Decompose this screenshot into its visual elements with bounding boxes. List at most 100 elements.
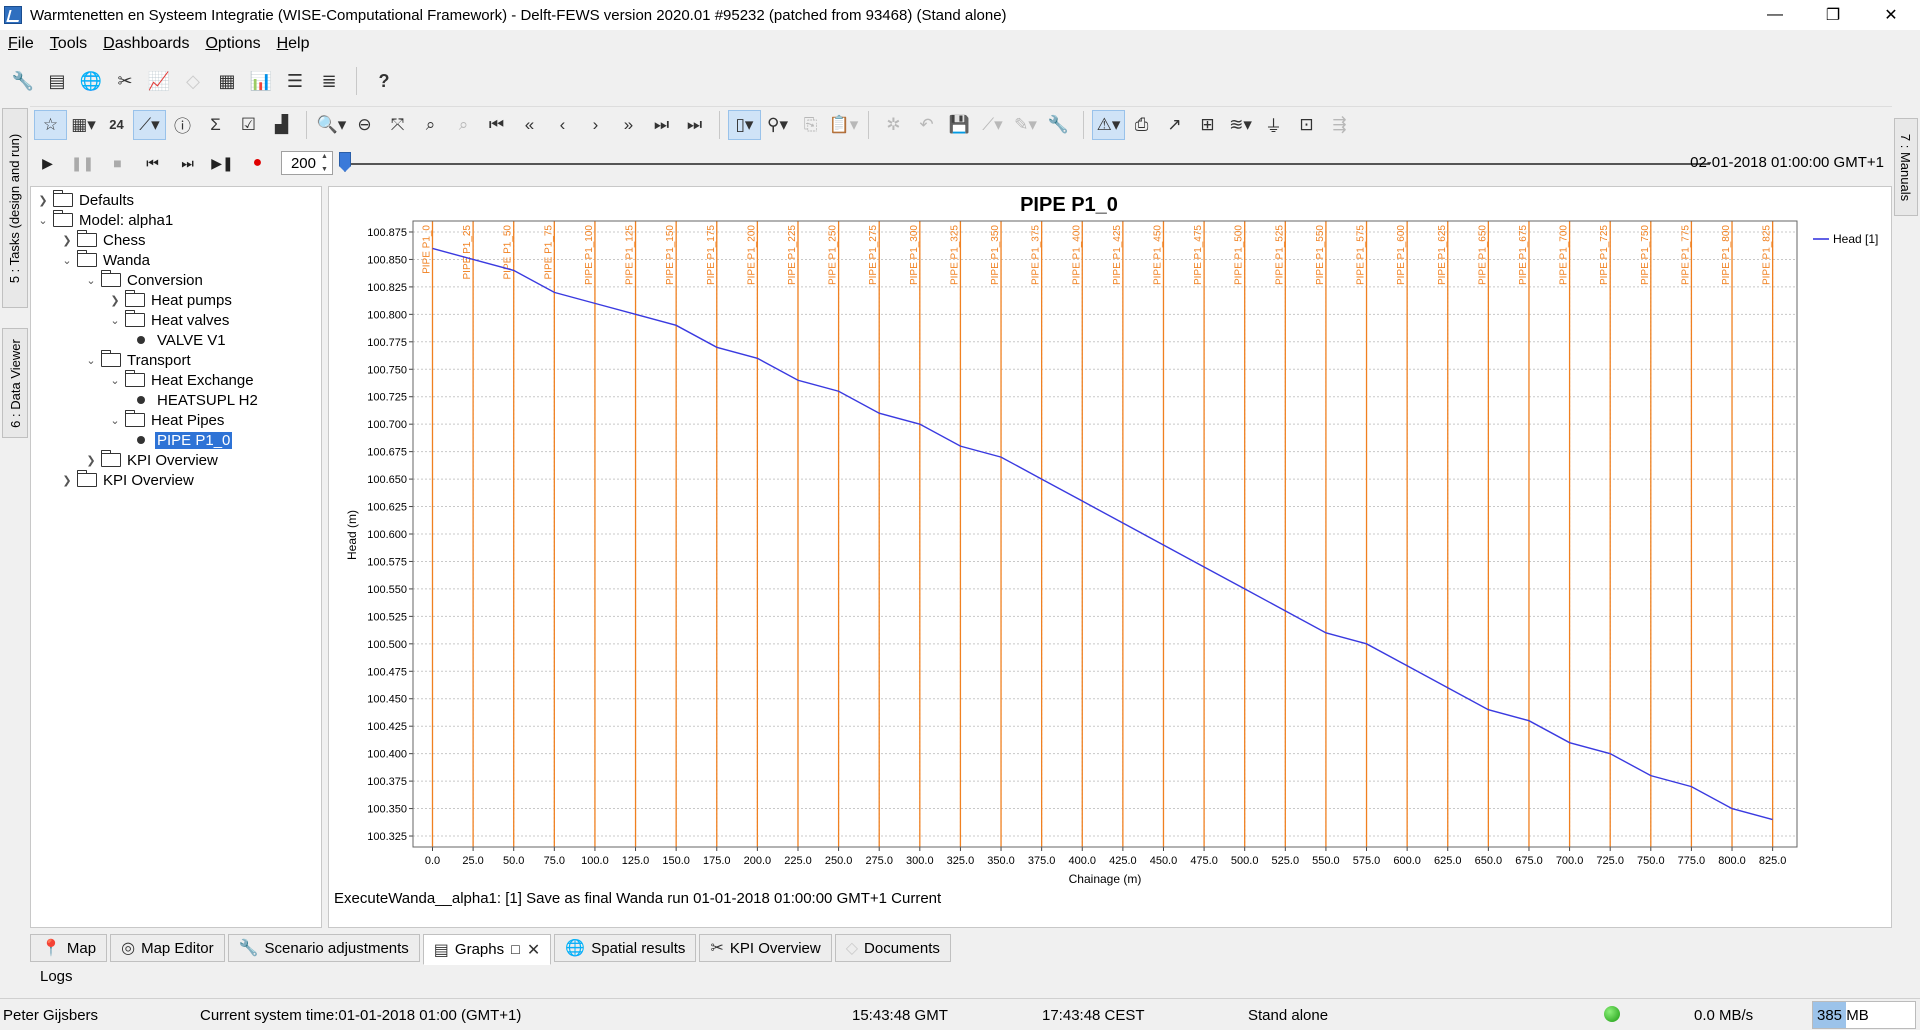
tab-graphs[interactable]: ▤ Graphs ☐ ✕ xyxy=(422,934,552,965)
print-icon[interactable]: ⎙ xyxy=(1125,110,1158,140)
tree-item-kpi-inner[interactable]: ❯ KPI Overview xyxy=(83,450,220,470)
end-icon[interactable]: ⏭ xyxy=(678,110,711,140)
layers-icon[interactable]: ≋▾ xyxy=(1224,110,1257,140)
tree-item-defaults[interactable]: ❯ Defaults xyxy=(35,190,136,210)
checklist-icon[interactable]: ☑ xyxy=(232,110,265,140)
tab-kpi-overview[interactable]: ✂ KPI Overview xyxy=(699,934,832,962)
tab-manuals[interactable]: 7 : Manuals xyxy=(1894,118,1918,216)
tree-item-transport[interactable]: ⌄ Transport xyxy=(83,350,193,370)
tab-tasks[interactable]: 5 : Tasks (design and run) xyxy=(2,108,28,308)
tree-item-heat-pipes[interactable]: ⌄ Heat Pipes xyxy=(107,410,226,430)
trend-icon[interactable]: ↗ xyxy=(1158,110,1191,140)
tab-data-viewer[interactable]: 6 : Data Viewer xyxy=(2,328,28,438)
help-button[interactable]: ? xyxy=(367,66,401,96)
tab-spatial-results[interactable]: 🌐 Spatial results xyxy=(554,934,697,962)
play-pause-icon[interactable]: ▶❚ xyxy=(205,149,240,177)
list-icon[interactable]: ☰ xyxy=(278,66,312,96)
play-icon[interactable]: ▶ xyxy=(30,149,65,177)
step-back-icon[interactable]: ‹ xyxy=(546,110,579,140)
tab-logs[interactable]: Logs xyxy=(40,968,73,985)
tree-item-wanda[interactable]: ⌄ Wanda xyxy=(59,250,152,270)
tree-item-conversion[interactable]: ⌄ Conversion xyxy=(83,270,205,290)
tab-map[interactable]: 📍 Map xyxy=(30,934,108,962)
spinner-arrows[interactable]: ▲ ▼ xyxy=(318,153,331,173)
status-bar: Peter Gijsbers Current system time:01-01… xyxy=(0,998,1920,1030)
restore-button[interactable]: ❐ xyxy=(1804,0,1862,30)
left-side-tabs: 5 : Tasks (design and run) 6 : Data View… xyxy=(0,108,28,998)
step-forward-icon[interactable]: › xyxy=(579,110,612,140)
record-icon[interactable]: ● xyxy=(240,149,275,177)
menu-options[interactable]: Options xyxy=(197,35,268,53)
x-tick-label: 675.0 xyxy=(1515,855,1543,867)
time-slider-track[interactable] xyxy=(344,163,1710,165)
hours-button[interactable]: 24 xyxy=(100,110,133,140)
tree-item-chess[interactable]: ❯ Chess xyxy=(59,230,148,250)
zoom-full-icon[interactable]: ⌕ xyxy=(414,110,447,140)
y-tick-label: 100.875 xyxy=(367,227,407,239)
table-icon[interactable]: ▦▾ xyxy=(67,110,100,140)
tab-map-editor[interactable]: ◎ Map Editor xyxy=(110,934,225,962)
tree-item-heat-pumps[interactable]: ❯ Heat pumps xyxy=(107,290,234,310)
minimize-button[interactable]: — xyxy=(1746,0,1804,30)
panel-icon[interactable]: ▯▾ xyxy=(728,109,761,140)
skip-forward-icon[interactable]: ⏭ xyxy=(170,149,205,177)
pipe-marker-label: PIPE P1_175 xyxy=(706,225,717,285)
sum-icon[interactable]: Σ xyxy=(199,110,232,140)
tree-item-heatsupl-h2[interactable]: HEATSUPL H2 xyxy=(131,390,260,410)
info-icon[interactable]: ⓘ xyxy=(166,110,199,140)
tree-item-valve-v1[interactable]: VALVE V1 xyxy=(131,330,228,350)
warning-icon[interactable]: ⚠▾ xyxy=(1092,109,1125,140)
fast-forward-icon[interactable]: » xyxy=(612,110,645,140)
display-icon[interactable]: ▦ xyxy=(210,66,244,96)
tool-icon[interactable]: 🔧 xyxy=(1042,110,1075,140)
filter-icon[interactable]: ⏚ xyxy=(1257,110,1290,140)
tree-item-heat-valves[interactable]: ⌄ Heat valves xyxy=(107,310,231,330)
kpi-tools-icon[interactable]: ✂ xyxy=(108,66,142,96)
line-chart-icon[interactable]: ⟋▾ xyxy=(133,109,166,140)
chart-edit-icon[interactable]: 📊 xyxy=(244,66,278,96)
menu-help[interactable]: Help xyxy=(269,35,318,53)
wrench-icon[interactable]: 🔧 xyxy=(6,66,40,96)
timeseries-icon[interactable]: 📈 xyxy=(142,66,176,96)
x-tick-label: 725.0 xyxy=(1596,855,1624,867)
folder-icon xyxy=(100,450,121,467)
pipe-marker-label: PIPE P1_600 xyxy=(1396,225,1407,285)
menu-dashboards[interactable]: Dashboards xyxy=(95,35,197,53)
rewind-icon[interactable]: « xyxy=(513,110,546,140)
close-window-button[interactable]: ✕ xyxy=(1862,0,1920,30)
close-tab-icon[interactable]: ✕ xyxy=(527,940,540,960)
table-list-icon[interactable]: ≣ xyxy=(312,66,346,96)
tree-item-heat-exchange[interactable]: ⌄ Heat Exchange xyxy=(107,370,256,390)
tab-documents[interactable]: ◇ Documents xyxy=(834,934,951,962)
zoom-out-icon[interactable]: ⊖ xyxy=(348,110,381,140)
zoom-in-icon[interactable]: 🔍▾ xyxy=(315,110,348,140)
window-title: Warmtenetten en Systeem Integratie (WISE… xyxy=(30,6,1007,24)
pipe-marker-label: PIPE P1_800 xyxy=(1721,225,1732,285)
step-spinner[interactable]: 200 ▲ ▼ xyxy=(281,151,333,175)
zoom-extent-icon[interactable]: ⤧ xyxy=(381,110,414,140)
bars-icon[interactable]: ▟ xyxy=(265,110,298,140)
skip-back-icon[interactable]: ⏮ xyxy=(135,149,170,177)
graph-explorer-icon[interactable]: ▤ xyxy=(40,66,74,96)
time-slider-thumb[interactable] xyxy=(339,152,351,172)
head-chart[interactable]: PIPE P1_0 PIPE P1_0 PIPE P1_25 PIPE P1_50 P… xyxy=(329,187,1891,887)
globe-icon[interactable]: 🌐 xyxy=(74,66,108,96)
first-icon[interactable]: ⏮ xyxy=(480,110,513,140)
magic-icon: ✲ xyxy=(886,114,901,134)
histogram-icon[interactable]: ⊞ xyxy=(1191,110,1224,140)
stamp-icon[interactable]: ⚲▾ xyxy=(761,110,794,140)
memory-indicator[interactable]: 385 MB xyxy=(1812,1001,1916,1029)
menu-tools[interactable]: Tools xyxy=(42,35,95,53)
star-icon[interactable]: ☆ xyxy=(34,109,67,140)
last-icon[interactable]: ⏭ xyxy=(645,110,678,140)
tree-item-kpi-outer[interactable]: ❯ KPI Overview xyxy=(59,470,196,490)
tree-item-model[interactable]: ⌄ Model: alpha1 xyxy=(35,210,175,230)
x-tick-label: 825.0 xyxy=(1759,855,1787,867)
x-tick-label: 425.0 xyxy=(1109,855,1137,867)
menu-file[interactable]: File xyxy=(0,35,42,53)
maximize-tab-icon[interactable]: ☐ xyxy=(510,943,521,957)
tree-item-pipe-p1[interactable]: PIPE P1_0 xyxy=(131,430,233,450)
x-tick-label: 350.0 xyxy=(987,855,1015,867)
chart-settings-icon[interactable]: ⊡ xyxy=(1290,110,1323,140)
tab-scenario-adjustments[interactable]: 🔧 Scenario adjustments xyxy=(227,934,420,962)
